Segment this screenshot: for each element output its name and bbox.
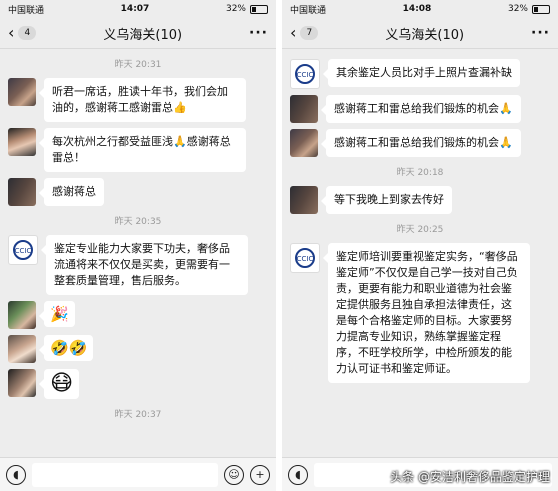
- message-item: 感谢蒋总: [8, 178, 276, 206]
- right-screenshot: 中国联通 14:08 32% ‹ 7 义乌海关(10) ··· CCIC 其余鉴…: [282, 0, 558, 491]
- status-bar: 中国联通 14:07 32%: [0, 0, 276, 18]
- input-bar: ◖ ☺ +: [0, 457, 276, 491]
- clock: 14:08: [402, 4, 432, 14]
- message-bubble[interactable]: 感谢蒋工和雷总给我们锻炼的机会🙏: [321, 129, 521, 157]
- avatar[interactable]: [8, 301, 36, 329]
- timestamp: 昨天 20:18: [396, 168, 444, 178]
- battery-icon: [250, 4, 268, 14]
- unread-count: 7: [300, 26, 319, 40]
- avatar[interactable]: [8, 369, 36, 397]
- message-list[interactable]: 昨天 20:31 听君一席话，胜读十年书，我们会加油的，感谢蒋工感谢雷总👍 每次…: [0, 49, 276, 457]
- avatar[interactable]: [290, 95, 318, 123]
- ccic-logo-icon[interactable]: CCIC: [290, 59, 320, 89]
- message-item: CCIC 鉴定专业能力大家要下功夫，奢侈品流通将来不仅仅是买卖，更需要有一整套质…: [8, 235, 276, 295]
- svg-text:CCIC: CCIC: [297, 71, 314, 79]
- battery-percent: 32%: [507, 4, 528, 14]
- message-list[interactable]: CCIC 其余鉴定人员比对手上照片查漏补缺 感谢蒋工和雷总给我们锻炼的机会🙏 感…: [282, 49, 558, 457]
- plus-icon[interactable]: +: [250, 464, 270, 485]
- avatar[interactable]: [8, 78, 36, 106]
- message-bubble[interactable]: 感谢蒋总: [39, 178, 104, 206]
- left-screenshot: 中国联通 14:07 32% ‹ 4 义乌海关(10) ··· 昨天 20:31…: [0, 0, 276, 491]
- ccic-logo-icon[interactable]: CCIC: [8, 235, 38, 265]
- message-item: CCIC 鉴定师培训要重视鉴定实务，“奢侈品鉴定师”不仅仅是自己学一技对自己负责…: [290, 243, 558, 383]
- timestamp: 昨天 20:25: [396, 225, 444, 235]
- emoji-icon[interactable]: ☺: [224, 464, 244, 485]
- avatar[interactable]: [8, 178, 36, 206]
- message-item: 每次杭州之行都受益匪浅🙏感谢蒋总雷总！: [8, 128, 276, 172]
- battery-icon: [532, 4, 550, 14]
- emoji-message[interactable]: 🤣🤣: [38, 335, 94, 361]
- message-item: 感谢蒋工和雷总给我们锻炼的机会🙏: [290, 129, 558, 157]
- emoji-message[interactable]: 🎉: [39, 301, 75, 327]
- status-bar: 中国联通 14:08 32%: [282, 0, 558, 18]
- timestamp: 昨天 20:35: [114, 217, 162, 227]
- message-item: 🤣🤣: [8, 335, 276, 363]
- chat-title: 义乌海关(10): [385, 27, 465, 43]
- avatar[interactable]: [8, 128, 36, 156]
- carrier-label: 中国联通: [290, 5, 327, 16]
- svg-text:CCIC: CCIC: [297, 255, 314, 263]
- svg-text:CCIC: CCIC: [15, 247, 32, 255]
- avatar[interactable]: [290, 186, 318, 214]
- more-button[interactable]: ···: [249, 25, 268, 41]
- message-item: 等下我晚上到家去传好: [290, 186, 558, 214]
- message-item: CCIC 其余鉴定人员比对手上照片查漏补缺: [290, 59, 558, 89]
- message-item: 感谢蒋工和雷总给我们锻炼的机会🙏: [290, 95, 558, 123]
- message-bubble[interactable]: 等下我晚上到家去传好: [321, 186, 452, 214]
- avatar[interactable]: [8, 335, 36, 363]
- message-item: 😷: [8, 369, 276, 399]
- avatar[interactable]: [290, 129, 318, 157]
- sticker-message[interactable]: 😷: [39, 369, 79, 399]
- carrier-label: 中国联通: [8, 5, 45, 16]
- message-input[interactable]: [32, 462, 218, 487]
- more-button[interactable]: ···: [531, 25, 550, 41]
- chevron-left-icon: ‹: [8, 23, 15, 42]
- unread-count: 4: [18, 26, 37, 40]
- voice-icon[interactable]: ◖: [288, 464, 308, 485]
- message-item: 听君一席话，胜读十年书，我们会加油的，感谢蒋工感谢雷总👍: [8, 78, 276, 122]
- status-right: 32%: [508, 4, 550, 14]
- chat-header: ‹ 7 义乌海关(10) ···: [282, 18, 558, 49]
- chat-header: ‹ 4 义乌海关(10) ···: [0, 18, 276, 49]
- timestamp: 昨天 20:37: [114, 410, 162, 420]
- status-right: 32%: [226, 4, 268, 14]
- chat-title: 义乌海关(10): [103, 27, 183, 43]
- voice-icon[interactable]: ◖: [6, 464, 26, 485]
- message-bubble[interactable]: 鉴定师培训要重视鉴定实务，“奢侈品鉴定师”不仅仅是自己学一技对自己负责，更要有能…: [323, 243, 530, 383]
- timestamp: 昨天 20:31: [114, 60, 162, 70]
- ccic-logo-icon[interactable]: CCIC: [290, 243, 320, 273]
- clock: 14:07: [120, 4, 150, 14]
- message-bubble[interactable]: 感谢蒋工和雷总给我们锻炼的机会🙏: [321, 95, 521, 123]
- message-bubble[interactable]: 听君一席话，胜读十年书，我们会加油的，感谢蒋工感谢雷总👍: [39, 78, 246, 122]
- battery-percent: 32%: [225, 4, 246, 14]
- message-bubble[interactable]: 每次杭州之行都受益匪浅🙏感谢蒋总雷总！: [39, 128, 246, 172]
- back-button[interactable]: ‹ 7: [290, 23, 319, 42]
- back-button[interactable]: ‹ 4: [8, 23, 37, 42]
- message-bubble[interactable]: 鉴定专业能力大家要下功夫，奢侈品流通将来不仅仅是买卖，更需要有一整套质量管理，售…: [41, 235, 248, 295]
- message-bubble[interactable]: 其余鉴定人员比对手上照片查漏补缺: [323, 59, 520, 87]
- chevron-left-icon: ‹: [290, 23, 297, 42]
- watermark: 头条 @安洁利奢侈品鉴定护理: [390, 470, 550, 484]
- message-item: 🎉: [8, 301, 276, 329]
